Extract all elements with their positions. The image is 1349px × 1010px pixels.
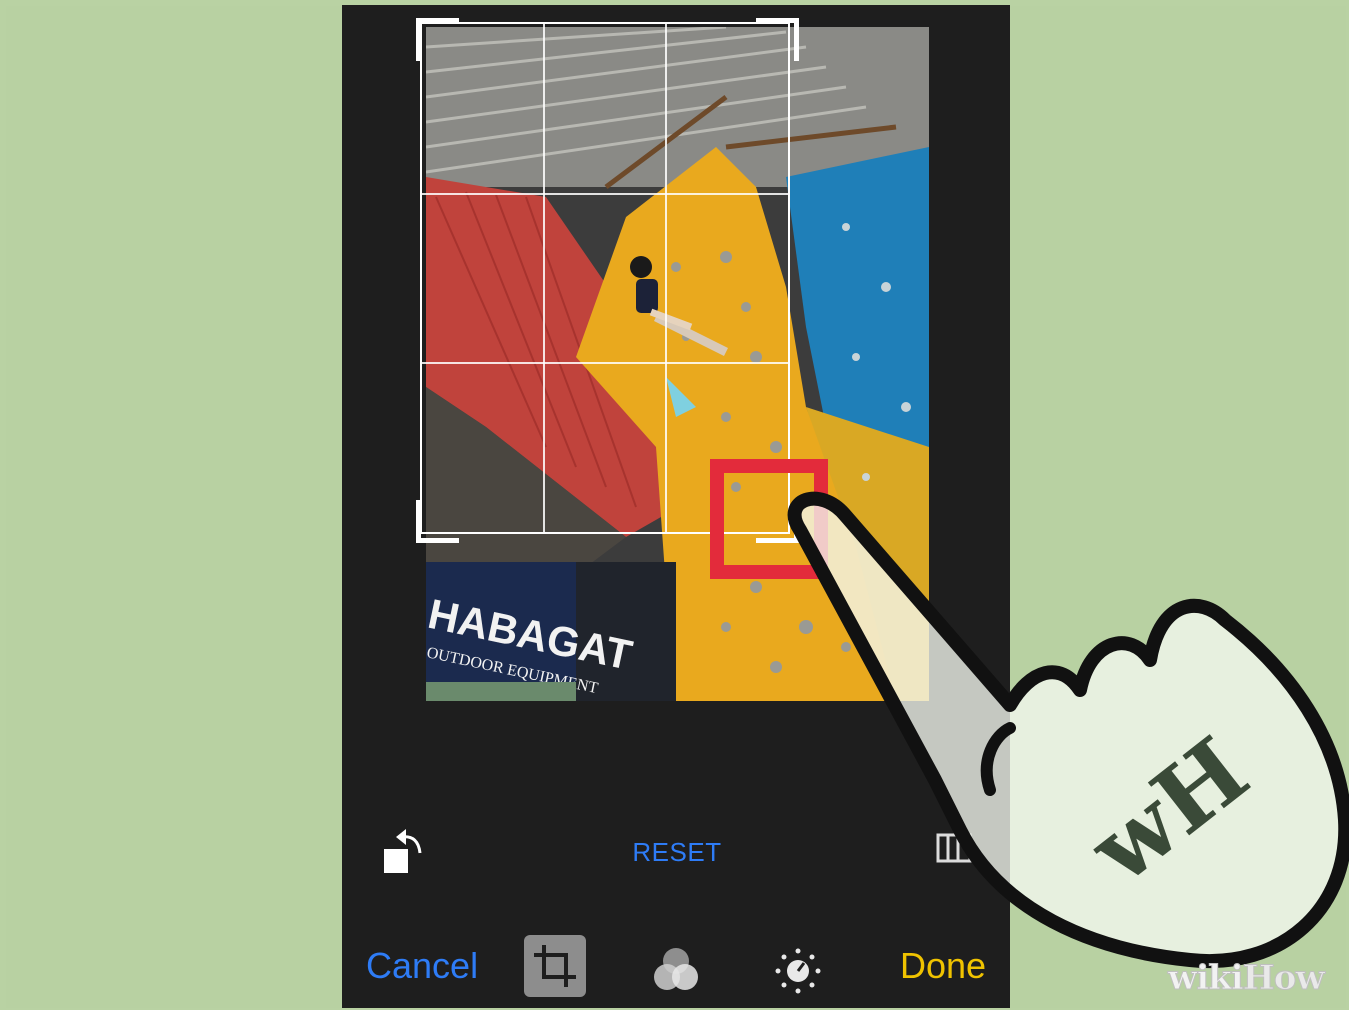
cancel-button[interactable]: Cancel (366, 945, 478, 987)
crop-frame[interactable] (420, 22, 790, 534)
backdrop-left (6, 6, 342, 1008)
crop-handle-bottom-left[interactable] (416, 500, 459, 543)
grid-line-v1 (543, 24, 545, 532)
crop-handle-top-left[interactable] (416, 18, 459, 61)
rotate-icon (384, 829, 422, 873)
crop-tool-button[interactable] (524, 935, 586, 997)
filters-icon (654, 948, 698, 990)
crop-handle-top-right[interactable] (756, 18, 799, 61)
crop-icon (534, 945, 576, 987)
grid-line-v2 (665, 24, 667, 532)
watermark-wiki: wiki (1168, 958, 1245, 999)
filters-button[interactable] (648, 943, 704, 999)
grid-line-h2 (422, 362, 788, 364)
reset-button[interactable]: RESET (632, 837, 722, 868)
wikihow-watermark: wikiHow (1168, 958, 1326, 999)
watermark-how: How (1242, 958, 1325, 999)
pointing-hand-icon: wH (787, 491, 1349, 969)
rotate-button[interactable] (380, 823, 430, 879)
grid-line-h1 (422, 193, 788, 195)
